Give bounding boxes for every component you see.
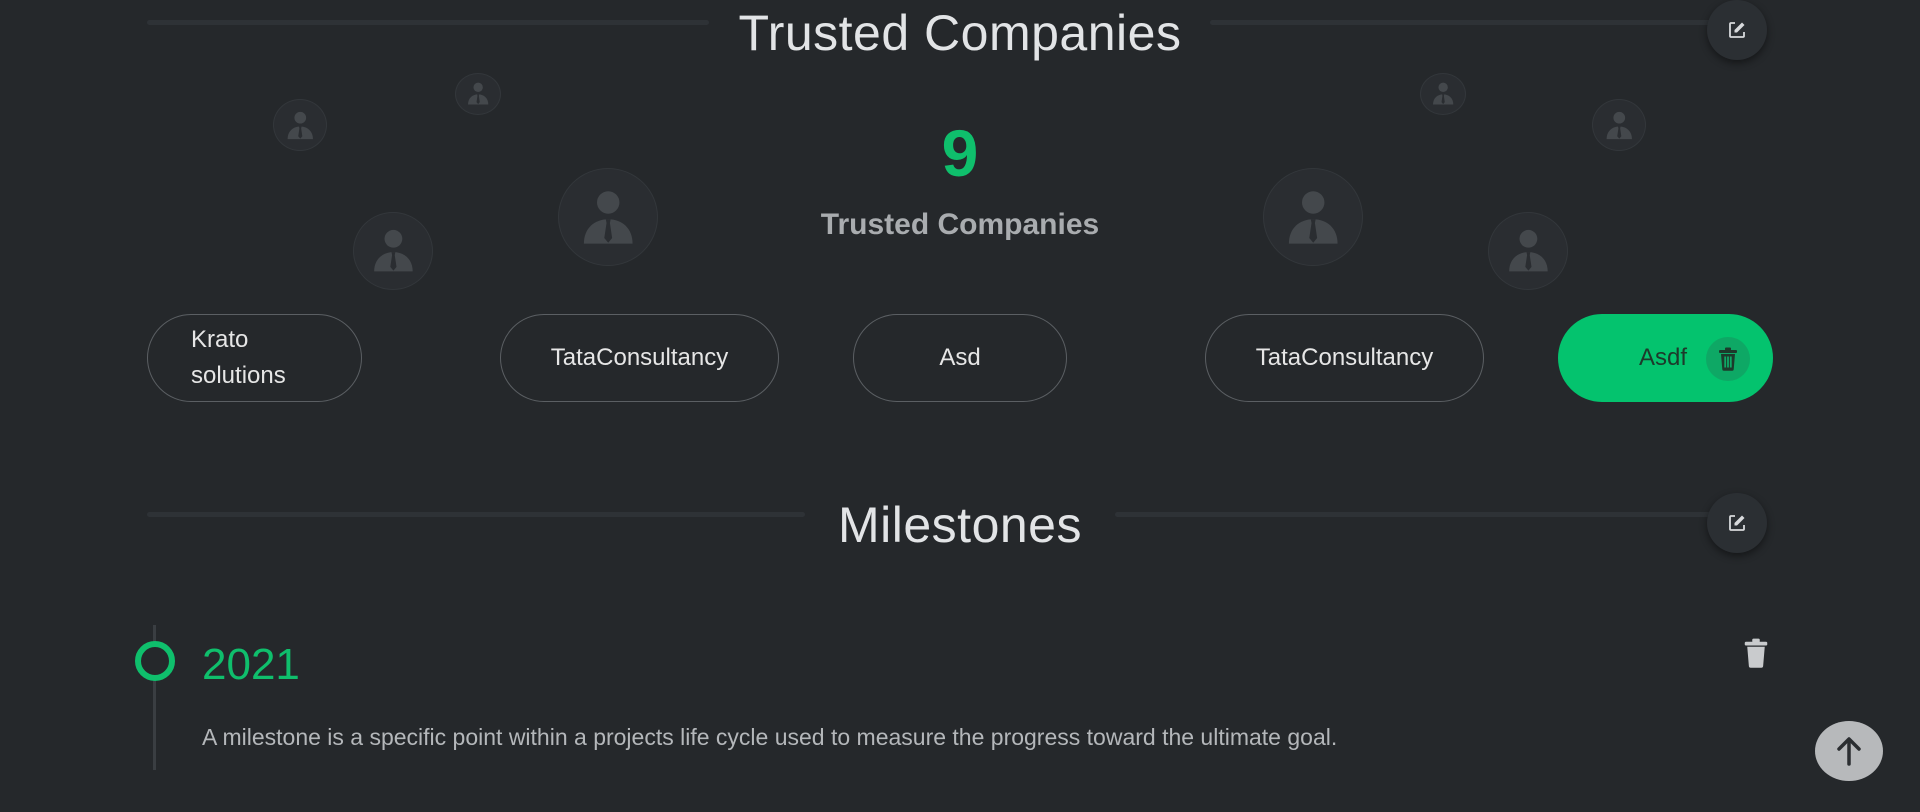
edit-icon bbox=[1729, 22, 1745, 38]
edit-icon bbox=[1729, 515, 1745, 531]
company-pill[interactable]: TataConsultancy bbox=[1205, 314, 1484, 402]
milestone-year: 2021 bbox=[202, 640, 300, 689]
company-name: Asdf bbox=[1639, 344, 1688, 371]
trash-icon bbox=[1719, 347, 1737, 371]
company-pill[interactable]: Asd bbox=[853, 314, 1067, 402]
person-with-tie-icon bbox=[467, 83, 489, 105]
milestones-title: Milestones bbox=[838, 497, 1082, 553]
arrow-up-icon bbox=[1837, 737, 1861, 766]
trash-icon bbox=[1744, 638, 1768, 668]
company-avatar bbox=[455, 73, 501, 115]
trusted-companies-count-label: Trusted Companies bbox=[820, 208, 1100, 241]
delete-milestone-button[interactable] bbox=[1742, 638, 1770, 668]
timeline-marker bbox=[135, 641, 175, 681]
edit-milestones-button[interactable] bbox=[1707, 493, 1767, 553]
company-name-line2: solutions bbox=[191, 362, 286, 389]
company-name: Asd bbox=[939, 344, 981, 371]
company-pill[interactable]: TataConsultancy bbox=[500, 314, 779, 402]
edit-trusted-companies-button[interactable] bbox=[1707, 0, 1767, 60]
delete-company-button[interactable] bbox=[1706, 337, 1750, 381]
company-name: TataConsultancy bbox=[550, 344, 729, 371]
trusted-companies-title: Trusted Companies bbox=[738, 5, 1182, 61]
company-avatar bbox=[1420, 73, 1466, 115]
scroll-to-top-button[interactable] bbox=[1815, 721, 1883, 781]
milestone-description: A milestone is a specific point within a… bbox=[202, 724, 1338, 750]
person-with-tie-icon bbox=[1432, 83, 1454, 105]
trusted-companies-count: 9 bbox=[941, 116, 979, 190]
company-name-line1: Krato bbox=[191, 326, 249, 353]
company-name: TataConsultancy bbox=[1255, 344, 1434, 371]
company-pill-selected[interactable]: Asdf bbox=[1558, 314, 1773, 402]
company-pill[interactable]: Krato solutions bbox=[147, 314, 362, 402]
